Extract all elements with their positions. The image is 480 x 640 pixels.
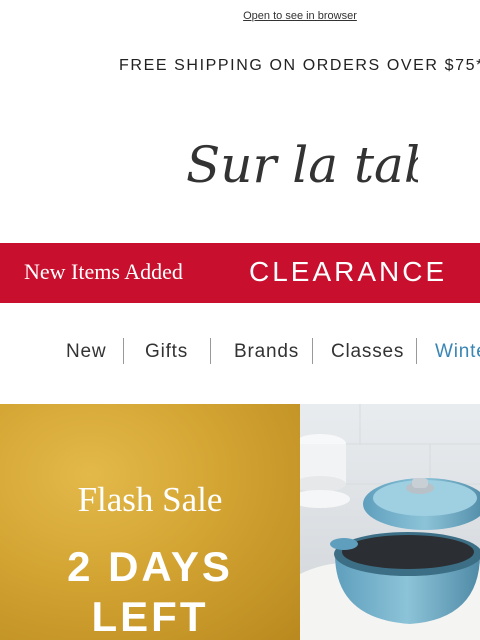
- nav-divider: [210, 338, 211, 364]
- nav-divider: [123, 338, 124, 364]
- free-shipping-banner[interactable]: FREE SHIPPING ON ORDERS OVER $75*: [0, 57, 480, 75]
- nav-item-gifts[interactable]: Gifts: [145, 341, 188, 363]
- clearance-link[interactable]: CLEARANCE: [249, 256, 447, 288]
- logo-text: Sur la table: [186, 136, 418, 194]
- nav-divider: [312, 338, 313, 364]
- open-in-browser-link[interactable]: Open to see in browser: [0, 10, 480, 22]
- sur-la-table-logo[interactable]: Sur la table: [182, 132, 418, 202]
- new-items-link[interactable]: New Items Added: [24, 259, 183, 285]
- days-left-heading: 2 DAYS LEFT: [0, 542, 300, 640]
- nav-item-winter[interactable]: Winter: [435, 341, 480, 363]
- days-left-line-2: LEFT: [91, 593, 209, 640]
- main-nav: New Gifts Brands Classes Winter: [0, 338, 480, 366]
- nav-item-new[interactable]: New: [66, 341, 106, 363]
- days-left-line-1: 2 DAYS: [67, 543, 233, 590]
- dutch-oven-image: [300, 404, 480, 640]
- flash-sale-heading: Flash Sale: [77, 480, 223, 519]
- nav-item-classes[interactable]: Classes: [331, 341, 404, 363]
- hero-gold-panel: Flash Sale 2 DAYS LEFT: [0, 404, 300, 640]
- promo-bar: New Items Added CLEARANCE: [0, 243, 480, 303]
- nav-item-brands[interactable]: Brands: [234, 341, 299, 363]
- flash-sale-hero[interactable]: Flash Sale 2 DAYS LEFT: [0, 404, 480, 640]
- nav-divider: [416, 338, 417, 364]
